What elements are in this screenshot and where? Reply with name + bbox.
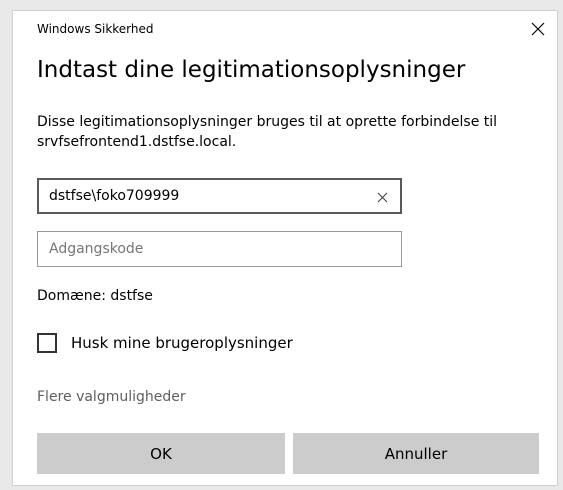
window-title: Windows Sikkerhed [37,22,154,36]
checkbox-box[interactable] [37,333,57,353]
close-button[interactable] [525,16,551,42]
remember-credentials-checkbox[interactable]: Husk mine brugeroplysninger [37,331,293,355]
dialog-heading: Indtast dine legitimationsoplysninger [37,57,466,83]
username-field[interactable] [37,178,402,214]
cancel-button[interactable]: Annuller [293,433,539,474]
clear-icon [377,192,387,202]
remember-credentials-label[interactable]: Husk mine brugeroplysninger [71,334,293,352]
domain-label: Domæne: dstfse [37,288,153,304]
ok-button[interactable]: OK [37,433,285,474]
credentials-dialog: Windows Sikkerhed Indtast dine legitimat… [12,10,558,486]
password-input[interactable] [38,232,401,266]
password-field[interactable] [37,231,402,267]
more-options-link[interactable]: Flere valgmuligheder [37,389,186,405]
dialog-description: Disse legitimationsoplysninger bruges ti… [37,114,498,150]
username-input[interactable] [39,180,400,212]
close-icon [531,22,545,36]
clear-username-button[interactable] [372,187,392,207]
